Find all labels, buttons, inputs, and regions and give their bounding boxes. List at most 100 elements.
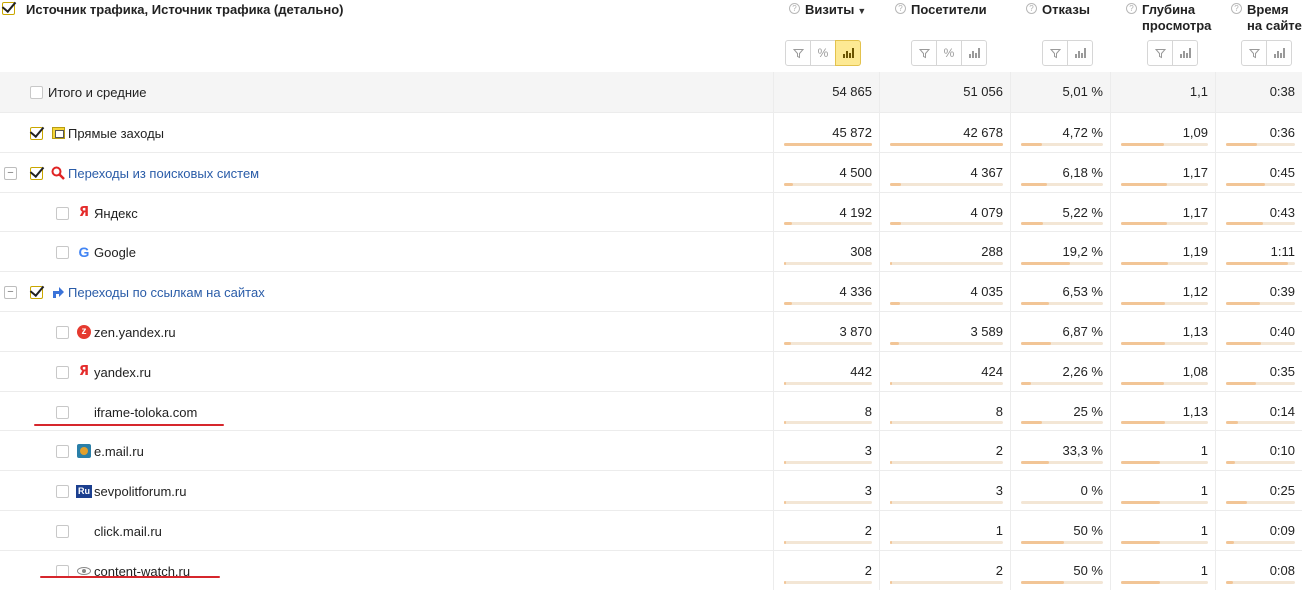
page-depth-cell: 1,19 <box>1110 232 1215 272</box>
help-icon[interactable]: ? <box>1126 3 1137 14</box>
filter-icon[interactable] <box>1241 40 1267 66</box>
visitors-cell: 8 <box>879 391 1010 431</box>
bar-chart-icon[interactable] <box>1172 40 1198 66</box>
help-icon[interactable]: ? <box>1026 3 1037 14</box>
metric-name[interactable]: Время на сайте <box>1247 2 1302 34</box>
help-icon[interactable]: ? <box>895 3 906 14</box>
percent-icon[interactable]: % <box>936 40 962 66</box>
time-on-site-bar-fill <box>1226 580 1233 584</box>
metric-name[interactable]: Отказы <box>1042 2 1090 18</box>
bar-chart-icon[interactable] <box>835 40 861 66</box>
page-depth-cell: 1,17 <box>1110 192 1215 232</box>
bounce-rate-bar-fill <box>1021 580 1064 584</box>
table-row[interactable]: − Переходы по ссылкам на сайтах 4 336 4 035… <box>0 271 1302 311</box>
visitors-value: 2 <box>995 562 1003 578</box>
page-depth-value: 1 <box>1200 443 1208 459</box>
bounce-rate-cell: 6,87 % <box>1010 311 1110 351</box>
metric-toolbar <box>1042 40 1093 66</box>
visits-bar-fill <box>784 580 786 584</box>
table-row[interactable]: e.mail.ru 3 2 33,3 % 1 0:10 <box>0 430 1302 471</box>
dimension-cell: Яyandex.ru <box>0 352 773 391</box>
visitors-cell: 288 <box>879 232 1010 272</box>
table-row[interactable]: Я Яндекс 4 192 4 079 5,22 % 1,17 0:43 <box>0 191 1302 232</box>
visitors-value: 3 589 <box>970 323 1003 339</box>
visitors-bar-track <box>890 182 1003 186</box>
bounce-rate-bar-track <box>1021 381 1103 385</box>
time-on-site-bar-fill <box>1226 461 1235 465</box>
visits-bar-track <box>784 421 872 425</box>
time-on-site-cell: 0:14 <box>1215 391 1302 431</box>
visitors-value: 3 <box>995 483 1003 499</box>
filter-icon[interactable] <box>785 40 811 66</box>
bounce-rate-cell: 33,3 % <box>1010 431 1110 471</box>
row-label: click.mail.ru <box>94 523 162 539</box>
row-checkbox[interactable] <box>56 485 69 499</box>
bounce-rate-value: 33,3 % <box>1062 443 1103 459</box>
percent-icon[interactable]: % <box>810 40 836 66</box>
table-row[interactable]: − Переходы из поисковых систем 4 500 4 367 6… <box>0 151 1302 192</box>
row-checkbox[interactable] <box>56 246 69 260</box>
collapse-toggle[interactable]: − <box>4 286 17 300</box>
filter-icon[interactable] <box>1042 40 1068 66</box>
row-checkbox[interactable] <box>56 206 69 220</box>
row-checkbox[interactable] <box>56 325 69 339</box>
row-checkbox[interactable] <box>56 405 69 419</box>
visitors-bar-track <box>890 222 1003 226</box>
bar-chart-icon[interactable] <box>1067 40 1093 66</box>
metric-name[interactable]: Посетители <box>911 2 987 18</box>
visitors-bar-track <box>890 142 1003 146</box>
row-checkbox[interactable] <box>30 86 43 99</box>
visitors-bar-track <box>890 301 1003 305</box>
page-depth-bar-fill <box>1121 341 1166 345</box>
filter-icon[interactable] <box>911 40 937 66</box>
table-row[interactable]: G Google 308 288 19,2 % 1,19 1:11 <box>0 231 1302 272</box>
table-row[interactable]: click.mail.ru 2 1 50 % 1 0:09 <box>0 509 1302 550</box>
page-depth-value: 1,19 <box>1182 244 1208 260</box>
filter-icon[interactable] <box>1147 40 1173 66</box>
bounce-rate-bar-fill <box>1021 461 1049 465</box>
row-checkbox[interactable] <box>30 166 43 180</box>
help-icon[interactable]: ? <box>789 3 800 14</box>
help-icon[interactable]: ? <box>1231 3 1242 14</box>
collapse-toggle[interactable]: − <box>4 166 17 180</box>
visitors-value: 288 <box>981 244 1003 260</box>
bar-chart-icon[interactable] <box>1266 40 1292 66</box>
row-label: zen.yandex.ru <box>94 324 176 340</box>
row-checkbox[interactable] <box>56 445 69 459</box>
row-label[interactable]: Переходы из поисковых систем <box>68 166 259 181</box>
row-label[interactable]: Переходы по ссылкам на сайтах <box>68 285 265 300</box>
time-on-site-bar-fill <box>1226 142 1258 146</box>
table-row[interactable]: Ru sevpolitforum.ru 3 3 0 % 1 0:25 <box>0 470 1302 510</box>
row-checkbox[interactable] <box>56 524 69 538</box>
bounce-rate-bar-fill <box>1021 381 1031 385</box>
visits-bar-track <box>784 341 872 345</box>
select-all-checkbox[interactable] <box>2 2 15 15</box>
bounce-rate-cell: 2,26 % <box>1010 351 1110 391</box>
visitors-bar-track <box>890 381 1003 385</box>
metric-name[interactable]: Визиты ▼ <box>805 2 866 19</box>
visitors-cell: 4 035 <box>879 272 1010 311</box>
table-row[interactable]: Прямые заходы 45 872 42 678 4,72 % 1,09 0:36 <box>0 112 1302 152</box>
time-on-site-bar-track <box>1226 421 1295 425</box>
visits-value: 45 872 <box>832 125 872 140</box>
time-on-site-bar-track <box>1226 580 1295 584</box>
visitors-bar-track <box>890 580 1003 584</box>
bar-chart-icon[interactable] <box>961 40 987 66</box>
page-depth-bar-fill <box>1121 540 1161 544</box>
visitors-bar-fill <box>890 500 893 504</box>
metric-name[interactable]: Глубина просмотра <box>1142 2 1211 34</box>
visits-bar-fill <box>784 341 792 345</box>
visitors-bar-track <box>890 341 1003 345</box>
time-on-site-value: 0:09 <box>1269 522 1295 538</box>
sort-desc-icon[interactable]: ▼ <box>857 6 866 16</box>
table-row[interactable]: Яyandex.ru 442 424 2,26 % 1,08 0:35 <box>0 350 1302 391</box>
table-row[interactable]: z zen.yandex.ru 3 870 3 589 6,87 % 1,13 0:40 <box>0 310 1302 351</box>
time-on-site-bar-fill <box>1226 381 1257 385</box>
totals-row[interactable]: Итого и средние 54 865 51 056 5,01 % 1,1 0:38 <box>0 72 1302 112</box>
row-checkbox[interactable] <box>30 286 43 300</box>
dimension-cell: e.mail.ru <box>0 431 773 470</box>
red-underline-iframe-toloka <box>34 424 224 426</box>
row-checkbox[interactable] <box>56 365 69 379</box>
row-checkbox[interactable] <box>30 127 43 140</box>
time-on-site-bar-fill <box>1226 500 1248 504</box>
